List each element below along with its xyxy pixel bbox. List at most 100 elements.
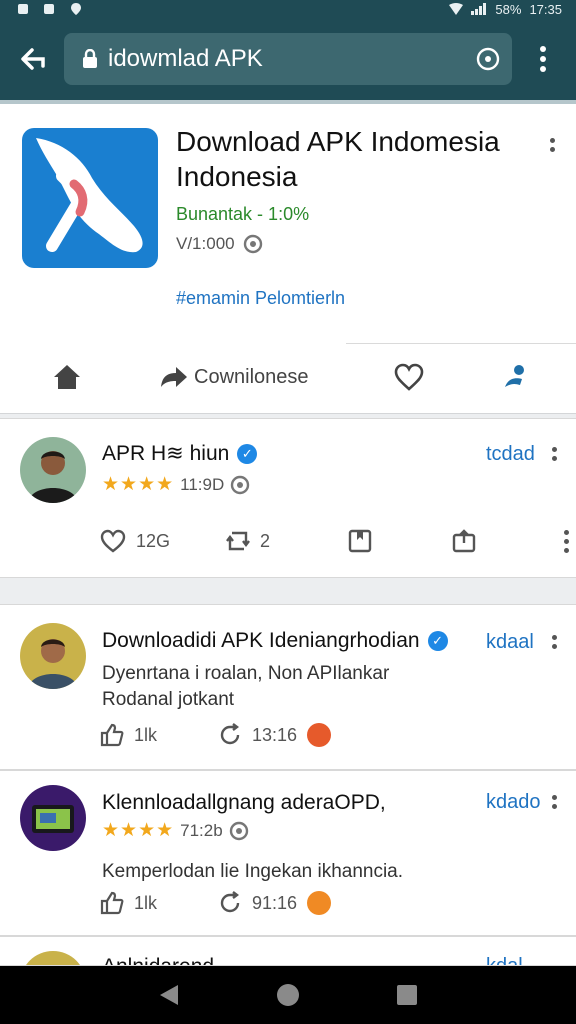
share-post-button[interactable]: [452, 529, 556, 553]
app-title: Download APK Indomesia Indonesia: [176, 126, 500, 192]
post-time: 91:16: [252, 892, 298, 913]
app-subtitle: Bunantak - 1:0%: [176, 204, 310, 224]
thumbs-up-icon: [100, 891, 124, 915]
home-icon: [54, 365, 80, 389]
download-button[interactable]: Cownilonese: [160, 354, 309, 400]
post-card[interactable]: Anlnidarend kdal: [0, 936, 576, 966]
clock-icon: [229, 821, 248, 840]
avatar[interactable]: [20, 623, 86, 689]
share-icon: [505, 365, 524, 387]
status-bar: 58% 17:35: [0, 0, 576, 18]
star-rating-icon: ★★★★: [102, 474, 175, 495]
url-text: idowmlad APK: [108, 45, 263, 72]
app-version: V/1:000: [176, 234, 263, 254]
post-text-line: Dyenrtana i roalan, Non APIlankar: [102, 663, 390, 684]
back-button[interactable]: [10, 36, 56, 82]
post-more-button[interactable]: [544, 627, 564, 657]
nav-back-icon[interactable]: [158, 983, 180, 1007]
clock-icon: [231, 475, 250, 494]
like-button[interactable]: 1lk: [100, 723, 218, 747]
verified-icon: ✓: [427, 631, 448, 651]
favorite-button[interactable]: [394, 354, 424, 400]
post-text-line: Rodanal jotkant: [102, 689, 235, 710]
avatar[interactable]: [20, 437, 86, 503]
post-author: APR H≋ hiun ✓: [102, 441, 258, 466]
indonesia-map-icon: [36, 138, 143, 253]
post-author: Klennloadallgnang aderaOPD,: [102, 791, 386, 815]
wifi-icon: [449, 3, 464, 15]
bookmark-button[interactable]: [348, 529, 452, 553]
post-card[interactable]: Klennloadallgnang aderaOPD, kdado ★★★★ 7…: [0, 770, 576, 936]
share-arrow-icon: [161, 367, 187, 387]
bookmark-icon: [348, 529, 372, 553]
like-button[interactable]: 12G: [100, 529, 226, 553]
repost-button[interactable]: 2: [226, 529, 348, 553]
avatar[interactable]: [20, 785, 86, 851]
app-link[interactable]: #emamin Pelomtierln: [176, 288, 345, 309]
verified-icon: ✓: [237, 443, 258, 464]
system-nav-bar: [0, 966, 576, 1024]
like-count: 1lk: [134, 892, 158, 913]
post-text: Kemperlodan lie Ingekan ikhanncia.: [102, 861, 404, 882]
app-logo[interactable]: [22, 128, 158, 268]
like-count: 1lk: [134, 724, 158, 745]
notification-icon: [18, 4, 28, 14]
comment-button[interactable]: 91:16: [218, 891, 332, 915]
refresh-icon: [220, 723, 240, 745]
home-button[interactable]: [52, 354, 82, 400]
post-more-button[interactable]: [544, 787, 564, 817]
star-rating-icon: ★★★★: [102, 820, 175, 841]
app-card-more-button[interactable]: [542, 130, 562, 160]
post-tag[interactable]: kdaal: [486, 631, 534, 654]
refresh-icon: [220, 891, 240, 913]
post-meta: ★★★★ 71:2b: [102, 819, 249, 842]
tabs-icon[interactable]: [476, 47, 500, 71]
post-time: 13:16: [252, 724, 298, 745]
signal-icon: [471, 3, 487, 15]
share-button[interactable]: [502, 354, 530, 400]
menu-button[interactable]: [520, 36, 566, 82]
author-name: Anlnidarend: [102, 955, 214, 965]
upload-icon: [452, 529, 476, 553]
post-card[interactable]: APR H≋ hiun ✓ tcdad ★★★★ 11:9D 12G 2: [0, 418, 576, 578]
post-author: Downloadidi APK Ideniangrhodian ✓: [102, 629, 448, 653]
post-actions: 1lk 13:16: [100, 723, 332, 747]
lock-icon: [83, 49, 97, 68]
nav-recents-icon[interactable]: [396, 984, 418, 1006]
post-tag[interactable]: kdado: [486, 791, 541, 814]
battery-level: 58%: [495, 1, 522, 17]
person-avatar-icon: [28, 639, 78, 689]
repost-icon: [226, 531, 250, 551]
clock: 17:35: [529, 1, 562, 17]
rating-value: 71:2b: [180, 820, 223, 840]
post-tag[interactable]: kdal: [486, 955, 523, 965]
post-actions: 12G 2: [100, 529, 576, 553]
version-text: V/1:000: [176, 234, 235, 253]
like-count: 12G: [136, 530, 171, 551]
rating-value: 11:9D: [180, 474, 225, 494]
post-options-button[interactable]: [556, 529, 576, 553]
address-bar[interactable]: idowmlad APK: [64, 33, 512, 85]
author-name: Downloadidi APK Ideniangrhodian: [102, 629, 420, 652]
post-more-button[interactable]: [544, 439, 564, 469]
repost-count: 2: [260, 530, 271, 551]
thumbs-up-icon: [100, 723, 124, 747]
image-notification-icon: [44, 4, 54, 14]
person-avatar-icon: [28, 451, 78, 503]
app-action-bar: Cownilonese: [0, 354, 576, 400]
post-meta: ★★★★ 11:9D: [102, 473, 250, 496]
author-name: APR H≋ hiun: [102, 442, 230, 465]
nav-home-icon[interactable]: [276, 983, 300, 1007]
browser-toolbar: idowmlad APK: [0, 18, 576, 100]
comment-button[interactable]: 13:16: [218, 723, 332, 747]
tv-avatar-icon: [32, 805, 74, 833]
like-icon: [100, 529, 126, 553]
download-label: Cownilonese: [194, 365, 309, 388]
post-text: Dyenrtana i roalan, Non APIlankar Rodana…: [102, 661, 389, 713]
post-card[interactable]: Downloadidi APK Ideniangrhodian ✓ kdaal …: [0, 604, 576, 770]
overflow-menu-icon: [540, 46, 546, 72]
clock-icon: [243, 234, 262, 254]
like-button[interactable]: 1lk: [100, 891, 218, 915]
avatar[interactable]: [20, 951, 86, 965]
post-tag[interactable]: tcdad: [486, 443, 535, 466]
